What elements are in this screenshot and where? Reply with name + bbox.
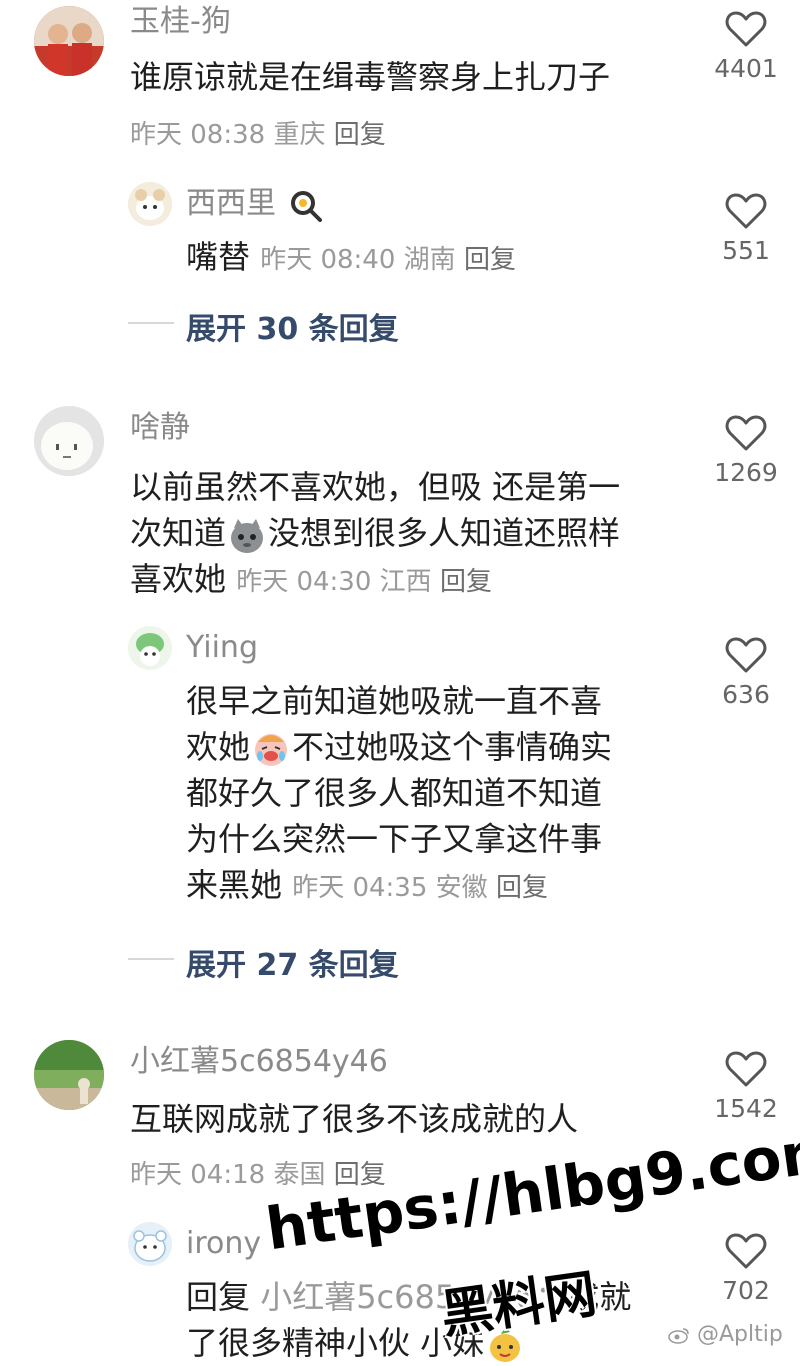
reply-text-content: 嘴替 — [186, 238, 251, 276]
username[interactable]: 玉桂-狗 — [130, 4, 231, 40]
like-count: 702 — [722, 1276, 770, 1305]
reply-text-segment: 了很多精神小伙 小妹 — [186, 1324, 485, 1362]
like-count: 1542 — [714, 1094, 778, 1123]
comment-location: 泰国 — [273, 1160, 326, 1190]
reply-text-line: 来黑她 昨天 04:35 安徽 回复 — [186, 862, 686, 911]
comment-text-segment: 次知道 — [130, 514, 227, 552]
reply-text-segment: 欢她 — [186, 728, 251, 766]
comment-text: 谁原谅就是在缉毒警察身上扎刀子 — [130, 58, 611, 96]
reply-time: 昨天 08:40 — [260, 245, 396, 275]
comment-time: 昨天 04:18 — [130, 1160, 266, 1190]
like-count: 1269 — [714, 458, 778, 487]
expand-replies-button[interactable]: 展开 27 条回复 — [186, 940, 399, 984]
comment-location: 重庆 — [273, 120, 326, 150]
avatar[interactable] — [128, 626, 172, 670]
reply-text-line: 欢她 不过她吸这个事情确实 — [186, 724, 686, 770]
like-count: 551 — [722, 236, 770, 265]
heart-icon — [725, 11, 767, 47]
reply-text-line: 都好久了很多人都知道不知道 — [186, 774, 603, 812]
comment-text-line: 次知道 没想到很多人知道还照样 — [130, 510, 700, 556]
reply-location: 湖南 — [403, 245, 456, 275]
username[interactable]: 小红薯5c6854y46 — [130, 1044, 388, 1080]
reply-button[interactable]: 回复 — [440, 567, 492, 597]
reply-button[interactable]: 回复 — [334, 120, 386, 150]
comment-text-line: 喜欢她 昨天 04:30 江西 回复 — [130, 556, 700, 605]
comment-time: 昨天 08:38 — [130, 120, 266, 150]
reply-meta: 昨天 04:35 安徽 回复 — [292, 873, 548, 903]
heart-icon — [725, 1233, 767, 1269]
comment-meta: 昨天 04:30 江西 回复 — [236, 567, 492, 597]
crying-face-emoji — [255, 734, 288, 766]
heart-icon — [725, 193, 767, 229]
avatar[interactable] — [34, 6, 104, 76]
reply-location: 安徽 — [435, 873, 488, 903]
grey-cat-blob-emoji — [231, 519, 264, 553]
like-button[interactable]: 636 — [706, 636, 786, 710]
reply-text-segment: 来黑她 — [186, 866, 283, 904]
username[interactable]: 啥静 — [130, 410, 190, 446]
avatar[interactable] — [128, 182, 172, 226]
heart-icon — [725, 637, 767, 673]
reply-text-line: 为什么突然一下子又拿这件事 — [186, 820, 603, 858]
reply-button[interactable]: 回复 — [496, 873, 548, 903]
comment-text: 互联网成就了很多不该成就的人 — [130, 1100, 579, 1138]
frying-pan-icon — [290, 190, 322, 222]
reply-prefix: 回复 — [186, 1278, 251, 1316]
like-button[interactable]: 1542 — [706, 1050, 786, 1124]
reply-text: 嘴替 昨天 08:40 湖南 回复 — [186, 234, 516, 283]
reply-text-segment: 不过她吸这个事情确实 — [292, 728, 613, 766]
like-button[interactable]: 702 — [706, 1232, 786, 1306]
comment-text-segment: 没想到很多人知道还照样 — [268, 514, 621, 552]
expand-replies-button[interactable]: 展开 30 条回复 — [186, 304, 399, 348]
comment-text-line: 以前虽然不喜欢她，但吸 还是第一 — [130, 468, 621, 506]
username[interactable]: irony — [186, 1226, 261, 1262]
weibo-handle: @Apltip — [697, 1322, 783, 1347]
like-count: 4401 — [714, 54, 778, 83]
expand-divider — [128, 322, 174, 324]
reply-time: 昨天 04:35 — [292, 873, 428, 903]
avatar[interactable] — [34, 1040, 104, 1110]
comment-meta: 昨天 08:38 重庆 回复 — [130, 114, 386, 151]
comment-text-segment: 喜欢她 — [130, 560, 227, 598]
reply-text: 很早之前知道她吸就一直不喜 欢她 不过她吸这个事情确实 都好久了很多人都知道不知… — [186, 678, 686, 911]
weibo-icon — [668, 1328, 689, 1344]
heart-icon — [725, 1051, 767, 1087]
like-button[interactable]: 551 — [706, 192, 786, 266]
avatar[interactable] — [128, 1222, 172, 1266]
username[interactable]: 西西里 — [186, 186, 324, 222]
username-text: 西西里 — [186, 186, 276, 221]
like-count: 636 — [722, 680, 770, 709]
heart-icon — [725, 415, 767, 451]
like-button[interactable]: 4401 — [706, 10, 786, 84]
username[interactable]: Yiing — [186, 630, 258, 666]
avatar[interactable] — [34, 406, 104, 476]
weibo-watermark: @Apltip — [668, 1322, 783, 1347]
reply-text-line: 很早之前知道她吸就一直不喜 — [186, 682, 603, 720]
comment-time: 昨天 04:30 — [236, 567, 372, 597]
reply-meta: 昨天 08:40 湖南 回复 — [260, 245, 516, 275]
expand-divider — [128, 958, 174, 960]
like-button[interactable]: 1269 — [706, 414, 786, 488]
comment-location: 江西 — [379, 567, 432, 597]
comment-text: 以前虽然不喜欢她，但吸 还是第一 次知道 没想到很多人知道还照样 喜欢她 昨天 … — [130, 464, 700, 605]
reply-button[interactable]: 回复 — [464, 245, 516, 275]
